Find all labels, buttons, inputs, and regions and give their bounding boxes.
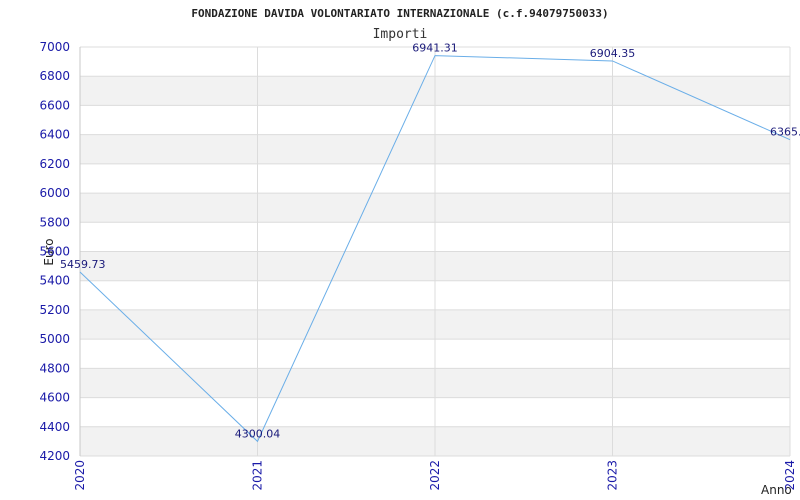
y-tick-label: 7000 <box>39 40 70 54</box>
y-tick-label: 6000 <box>39 186 70 200</box>
y-tick-label: 5800 <box>39 215 70 229</box>
y-tick-label: 6600 <box>39 98 70 112</box>
y-tick-label: 6200 <box>39 157 70 171</box>
y-tick-label: 4400 <box>39 420 70 434</box>
data-label: 6904.35 <box>590 47 636 60</box>
chart-subtitle: Importi <box>373 27 428 42</box>
x-tick-label: 2021 <box>251 460 265 491</box>
y-tick-label: 4200 <box>39 449 70 463</box>
y-tick-label: 6800 <box>39 69 70 83</box>
y-tick-label: 6400 <box>39 128 70 142</box>
data-label: 4300.04 <box>235 427 281 440</box>
y-tick-label: 5600 <box>39 245 70 259</box>
y-tick-label: 5200 <box>39 303 70 317</box>
x-tick-label: 2024 <box>783 460 797 491</box>
chart-title: FONDAZIONE DAVIDA VOLONTARIATO INTERNAZI… <box>191 7 608 20</box>
y-tick-label: 4600 <box>39 391 70 405</box>
y-tick-labels: 4200 4400 4600 4800 5000 5200 5400 5600 5800 6000… <box>39 40 70 463</box>
x-tick-labels: 2020 2021 2022 2023 2024 <box>73 460 797 491</box>
data-label: 6365.6 <box>770 126 800 139</box>
y-tick-label: 5400 <box>39 274 70 288</box>
y-tick-label: 5000 <box>39 332 70 346</box>
line-chart: FONDAZIONE DAVIDA VOLONTARIATO INTERNAZI… <box>39 7 800 497</box>
data-label: 6941.31 <box>412 42 458 55</box>
x-tick-label: 2020 <box>73 460 87 491</box>
x-tick-label: 2023 <box>606 460 620 491</box>
y-tick-label: 4800 <box>39 361 70 375</box>
x-tick-label: 2022 <box>428 460 442 491</box>
data-label: 5459.73 <box>60 258 106 271</box>
